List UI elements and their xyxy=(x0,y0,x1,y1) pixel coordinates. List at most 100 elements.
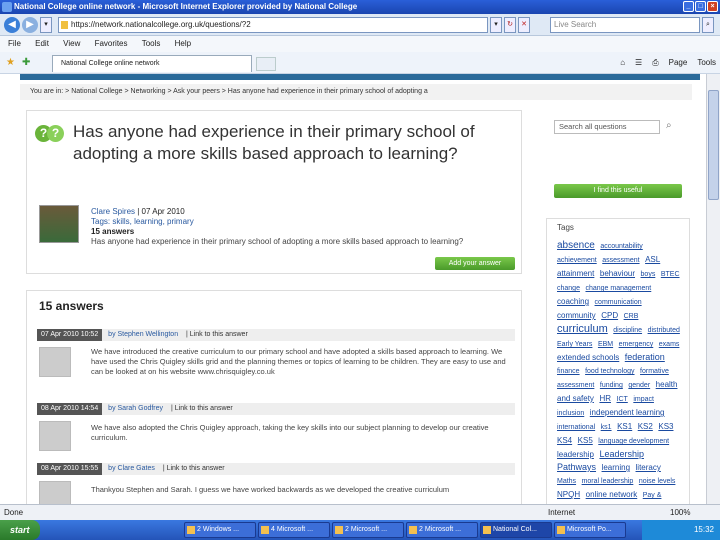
tag-link[interactable]: curriculum xyxy=(557,323,608,335)
tag-link[interactable]: finance xyxy=(557,368,580,375)
tag-link[interactable]: communication xyxy=(595,299,642,306)
answer-permalink[interactable]: | Link to this answer xyxy=(171,405,233,412)
tag-link[interactable]: discipline xyxy=(613,327,642,334)
menu-favorites[interactable]: Favorites xyxy=(95,39,128,48)
tag-link[interactable]: federation xyxy=(625,352,665,362)
page-menu[interactable]: Page xyxy=(669,56,688,70)
tag-link[interactable]: ks1 xyxy=(601,424,612,431)
tag-link[interactable]: literacy xyxy=(636,463,661,472)
tag-link[interactable]: emergency xyxy=(619,341,654,348)
tag-link[interactable]: BTEC xyxy=(661,271,680,278)
tag-link[interactable]: food technology xyxy=(585,368,634,375)
search-input[interactable]: Live Search xyxy=(550,17,700,33)
find-useful-button[interactable]: I find this useful xyxy=(554,184,682,198)
tag-link[interactable]: learning xyxy=(602,463,630,472)
tools-menu[interactable]: Tools xyxy=(697,56,716,70)
taskbar-item[interactable]: 2 Microsoft ... xyxy=(406,522,478,538)
start-button[interactable]: start xyxy=(0,520,40,540)
question-tags[interactable]: Tags: skills, learning, primary xyxy=(91,217,511,227)
tag-link[interactable]: gender xyxy=(628,382,650,389)
menu-help[interactable]: Help xyxy=(175,39,191,48)
back-icon[interactable]: ◀ xyxy=(4,17,20,33)
tag-link[interactable]: coaching xyxy=(557,297,589,306)
menu-edit[interactable]: Edit xyxy=(35,39,49,48)
tag-link[interactable]: attainment xyxy=(557,269,594,278)
question-author[interactable]: Clare Spires xyxy=(91,207,135,216)
minimize-button[interactable]: _ xyxy=(683,1,694,12)
tag-link[interactable]: assessment xyxy=(602,257,639,264)
tag-link[interactable]: HR xyxy=(599,394,611,403)
tag-link[interactable]: inclusion xyxy=(557,410,584,417)
tag-link[interactable]: exams xyxy=(659,341,680,348)
tag-link[interactable]: change xyxy=(557,285,580,292)
tag-link[interactable]: moral leadership xyxy=(582,478,634,485)
question-search-input[interactable]: Search all questions xyxy=(554,120,660,134)
feeds-icon[interactable]: ☰ xyxy=(635,56,642,70)
tab-national-college[interactable]: National College online network xyxy=(52,55,252,72)
tag-link[interactable]: Maths xyxy=(557,478,576,485)
tag-link[interactable]: independent learning xyxy=(590,408,665,417)
menu-view[interactable]: View xyxy=(63,39,80,48)
zoom-level[interactable]: 100% xyxy=(670,505,690,520)
stop-icon[interactable]: ✕ xyxy=(518,17,530,33)
tag-link[interactable]: online network xyxy=(586,490,638,499)
add-favorite-icon[interactable]: ✚ xyxy=(22,57,30,68)
print-icon[interactable]: ⎙ xyxy=(652,56,658,70)
taskbar-item[interactable]: 4 Microsoft ... xyxy=(258,522,330,538)
tag-link[interactable]: ASL xyxy=(645,255,660,264)
answer-permalink[interactable]: | Link to this answer xyxy=(186,331,248,338)
tag-link[interactable]: KS3 xyxy=(658,422,673,431)
taskbar-item-active[interactable]: National Col... xyxy=(480,522,552,538)
tag-link[interactable]: KS5 xyxy=(578,436,593,445)
tag-link[interactable]: KS2 xyxy=(638,422,653,431)
url-input[interactable]: https://network.nationalcollege.org.uk/q… xyxy=(58,17,488,33)
answer-author[interactable]: by Clare Gates xyxy=(108,465,155,472)
search-icon[interactable]: ⌕ xyxy=(666,120,678,134)
breadcrumb[interactable]: You are in: > National College > Network… xyxy=(20,84,692,100)
tag-link[interactable]: KS4 xyxy=(557,436,572,445)
close-button[interactable]: × xyxy=(707,1,718,12)
tag-link[interactable]: noise levels xyxy=(639,478,676,485)
tag-link[interactable]: NPQH xyxy=(557,490,580,499)
vertical-scrollbar[interactable] xyxy=(706,74,720,504)
answer-author[interactable]: by Stephen Wellington xyxy=(108,331,178,338)
menu-tools[interactable]: Tools xyxy=(142,39,161,48)
tag-link[interactable]: Early Years xyxy=(557,341,592,348)
new-tab-button[interactable] xyxy=(256,57,276,71)
forward-icon[interactable]: ▶ xyxy=(22,17,38,33)
tag-link[interactable]: distributed xyxy=(648,327,680,334)
tag-link[interactable]: change management xyxy=(585,285,651,292)
home-icon[interactable]: ⌂ xyxy=(620,56,625,70)
tag-link[interactable]: behaviour xyxy=(600,269,635,278)
favorites-star-icon[interactable]: ★ xyxy=(6,57,15,68)
maximize-button[interactable]: □ xyxy=(695,1,706,12)
tag-link[interactable]: funding xyxy=(600,382,623,389)
tag-link[interactable]: boys xyxy=(641,271,656,278)
tag-link[interactable]: achievement xyxy=(557,257,597,264)
tag-link[interactable]: community xyxy=(557,311,596,320)
answer-author[interactable]: by Sarah Godfrey xyxy=(108,405,163,412)
answer-permalink[interactable]: | Link to this answer xyxy=(163,465,225,472)
tag-link[interactable]: CRB xyxy=(624,313,639,320)
tag-link[interactable]: leadership xyxy=(557,450,594,459)
tag-link[interactable]: CPD xyxy=(601,311,618,320)
tag-link[interactable]: EBM xyxy=(598,341,613,348)
taskbar-item[interactable]: 2 Microsoft ... xyxy=(332,522,404,538)
tag-link[interactable]: language development xyxy=(598,438,669,445)
tag-link[interactable]: extended schools xyxy=(557,353,619,362)
refresh-icon[interactable]: ↻ xyxy=(504,17,516,33)
tag-link[interactable]: absence xyxy=(557,240,595,251)
tag-link[interactable]: accountability xyxy=(600,243,642,250)
recent-pages-icon[interactable]: ▾ xyxy=(40,17,52,33)
tag-link[interactable]: international xyxy=(557,424,595,431)
search-icon[interactable]: ⌕ xyxy=(702,17,714,33)
add-answer-button[interactable]: Add your answer xyxy=(435,257,515,270)
tag-link[interactable]: ICT xyxy=(617,396,628,403)
taskbar-item[interactable]: Microsoft Po... xyxy=(554,522,626,538)
url-dropdown-icon[interactable]: ▾ xyxy=(490,17,502,33)
menu-file[interactable]: File xyxy=(8,39,21,48)
scrollbar-thumb[interactable] xyxy=(708,90,719,200)
taskbar-item[interactable]: 2 Windows ... xyxy=(184,522,256,538)
tag-link[interactable]: KS1 xyxy=(617,422,632,431)
tag-link[interactable]: impact xyxy=(633,396,654,403)
